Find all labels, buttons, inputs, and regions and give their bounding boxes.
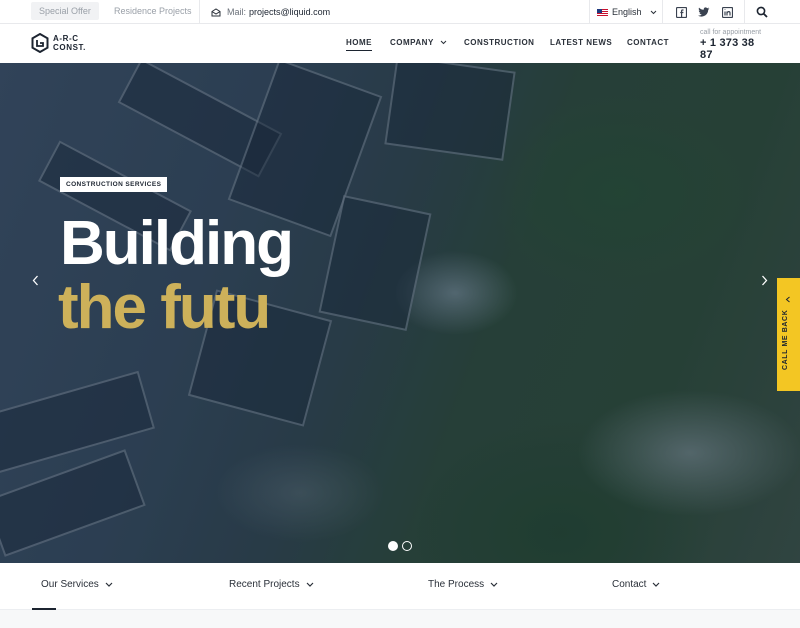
- nav-latest-news[interactable]: LATEST NEWS: [550, 38, 612, 47]
- hero-headline-line-2: the futu: [58, 273, 271, 342]
- nav-contact[interactable]: CONTACT: [627, 38, 669, 47]
- divider: [662, 0, 663, 24]
- us-flag-icon: [597, 8, 608, 16]
- search-icon[interactable]: [756, 5, 770, 19]
- slider-next-arrow[interactable]: [757, 273, 771, 287]
- appointment-phone[interactable]: + 1 373 38 87: [700, 37, 770, 61]
- call-me-back-label: CALL ME BACK: [782, 309, 789, 370]
- divider: [589, 0, 590, 24]
- tab-recent-projects[interactable]: Recent Projects: [229, 579, 314, 590]
- slider-dot-2[interactable]: [402, 541, 412, 551]
- language-selector[interactable]: English: [597, 0, 657, 24]
- chevron-down-icon: [306, 582, 314, 587]
- chevron-left-icon: [785, 296, 790, 303]
- slider-pagination: [388, 541, 412, 551]
- nav-construction[interactable]: CONSTRUCTION: [464, 38, 534, 47]
- nav-latest-news-label: LATEST NEWS: [550, 38, 613, 47]
- appointment-block[interactable]: call for appointment + 1 373 38 87: [700, 29, 770, 61]
- tab-the-process-label: The Process: [428, 579, 485, 590]
- chevron-down-icon: [105, 582, 113, 587]
- residence-projects-link[interactable]: Residence Projects: [106, 2, 200, 20]
- call-me-back-tab[interactable]: CALL ME BACK: [777, 278, 800, 391]
- nav-company-label: COMPANY: [390, 38, 434, 47]
- hero-headline-line-1: Building: [60, 209, 294, 278]
- logo-hexagon-icon: [31, 33, 49, 53]
- logo-line-2: CONST.: [53, 43, 86, 52]
- facebook-icon[interactable]: [674, 5, 688, 19]
- divider: [744, 0, 745, 24]
- logo-line-1: A-R-C: [53, 34, 79, 43]
- chevron-down-icon: [653, 582, 660, 587]
- tab-our-services-label: Our Services: [41, 579, 99, 590]
- appointment-label: call for appointment: [700, 29, 762, 36]
- section-tabs: Our Services Recent Projects The Process…: [0, 563, 800, 610]
- tab-our-services[interactable]: Our Services: [41, 579, 113, 590]
- linkedin-icon[interactable]: [720, 5, 734, 19]
- chevron-down-icon: [650, 10, 656, 14]
- tab-contact-label: Contact: [612, 579, 647, 590]
- logo-text: A-R-C CONST.: [53, 34, 86, 52]
- chevron-left-icon: [32, 275, 38, 285]
- hero-tag: CONSTRUCTION SERVICES: [60, 177, 168, 192]
- special-offer-link[interactable]: Special Offer: [31, 2, 99, 20]
- mail-label: Mail:: [227, 7, 247, 17]
- chevron-down-icon: [440, 40, 447, 45]
- tab-the-process[interactable]: The Process: [428, 579, 498, 590]
- divider: [199, 0, 200, 24]
- site-header: A-R-C CONST. HOME COMPANY CONSTRUCTION L…: [0, 24, 800, 63]
- slider-dot-1[interactable]: [388, 541, 398, 551]
- language-label: English: [612, 7, 642, 17]
- chevron-down-icon: [490, 582, 498, 587]
- tab-recent-projects-label: Recent Projects: [229, 579, 300, 590]
- twitter-icon[interactable]: [697, 5, 711, 19]
- tab-contact[interactable]: Contact: [612, 579, 660, 590]
- nav-home[interactable]: HOME: [346, 38, 372, 51]
- nav-construction-label: CONSTRUCTION: [464, 38, 535, 47]
- chevron-right-icon: [761, 275, 767, 285]
- logo[interactable]: A-R-C CONST.: [31, 33, 86, 53]
- nav-home-label: HOME: [346, 38, 372, 47]
- mail-contact[interactable]: Mail: projects@liquid.com: [211, 0, 330, 24]
- mail-address[interactable]: projects@liquid.com: [249, 7, 330, 17]
- nav-contact-label: CONTACT: [627, 38, 670, 47]
- page-below-fold: [0, 610, 800, 628]
- top-utility-bar: Special Offer Residence Projects Mail: p…: [0, 0, 800, 24]
- mail-icon: [211, 7, 221, 16]
- hero-slider: CONSTRUCTION SERVICES Building the futu: [0, 63, 800, 563]
- slider-prev-arrow[interactable]: [28, 273, 42, 287]
- nav-company[interactable]: COMPANY: [390, 38, 447, 47]
